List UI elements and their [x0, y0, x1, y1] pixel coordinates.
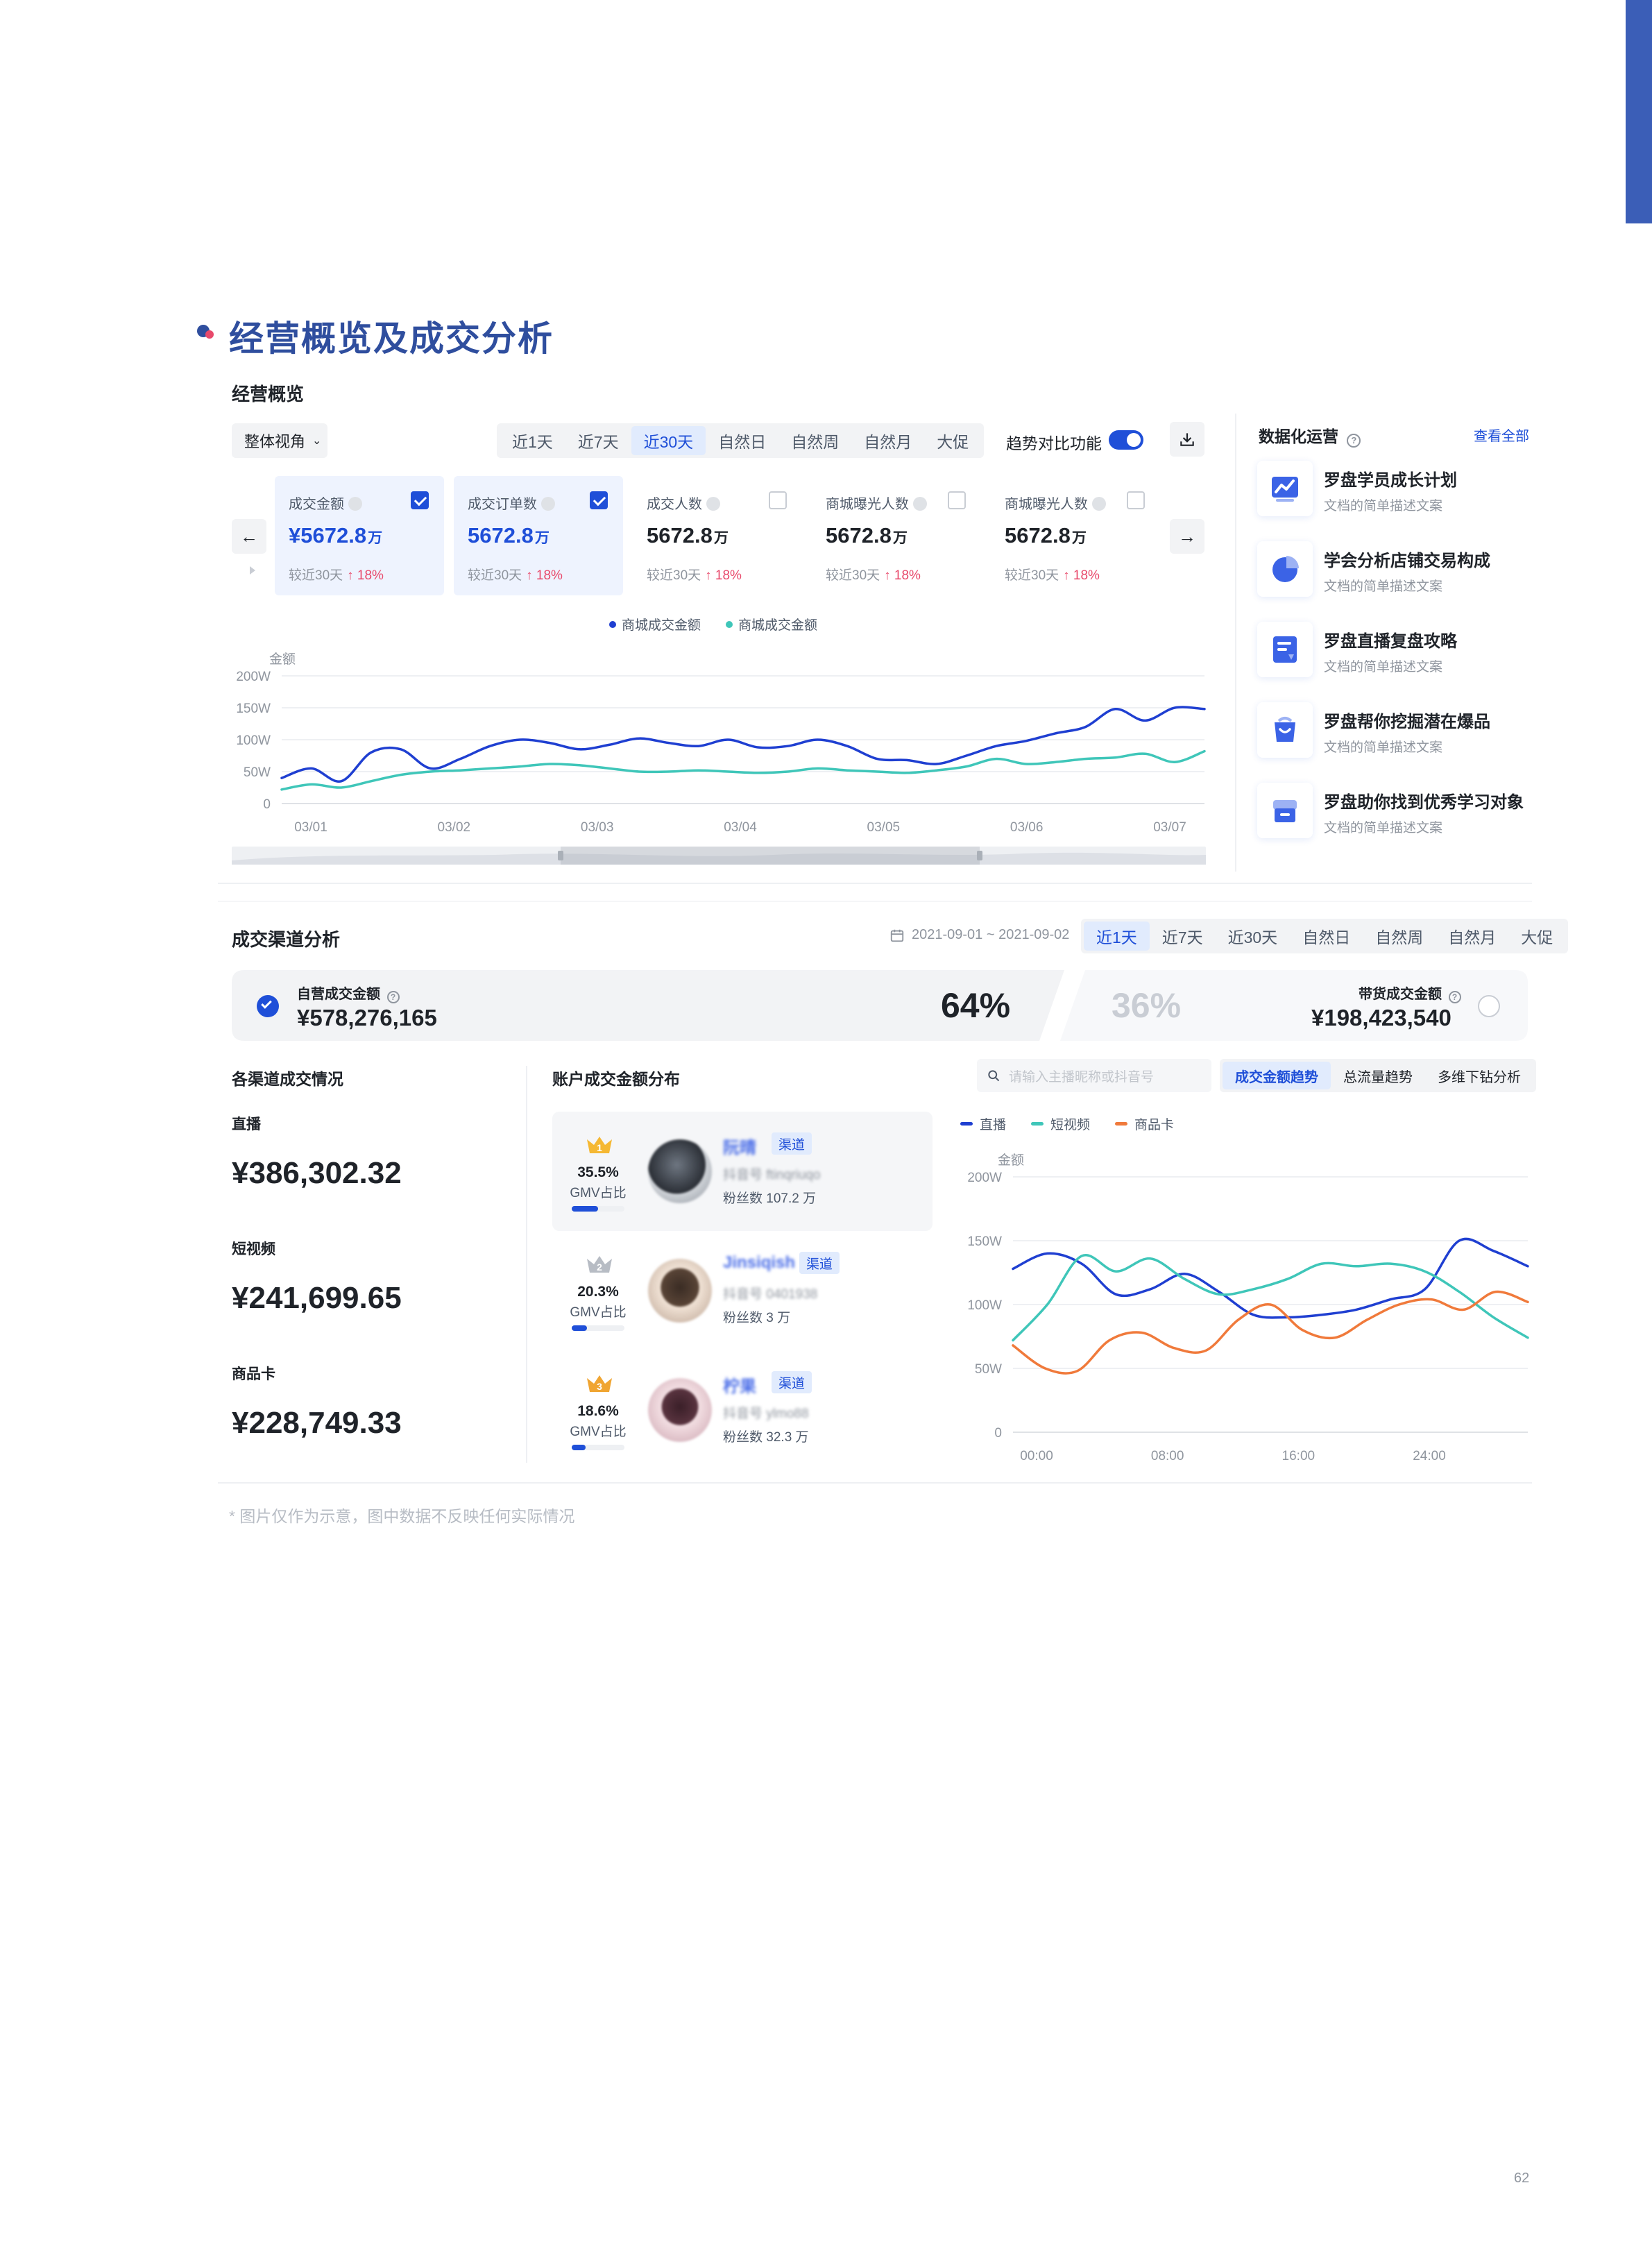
y-tick-label: 0: [994, 1426, 1002, 1441]
y-tick-label: 150W: [967, 1234, 1002, 1249]
y-tick-label: 100W: [967, 1298, 1002, 1313]
x-tick-label: 08:00: [1151, 1449, 1184, 1463]
y-axis-label: 金额: [998, 1153, 1024, 1168]
x-tick-label: 16:00: [1282, 1449, 1315, 1463]
footnote: * 图片仅作为示意，图中数据不反映任何实际情况: [229, 1507, 575, 1525]
x-tick-label: 00:00: [1020, 1449, 1053, 1463]
y-tick-label: 50W: [975, 1362, 1002, 1377]
section-divider-end: [218, 1482, 1532, 1484]
x-tick-label: 24:00: [1413, 1449, 1446, 1463]
channel-line-chart: 金额 0 50W 100W 150W 200W 00:00 08:00 16:00 24:00: [967, 1153, 1529, 1463]
page-number: 62: [1514, 2171, 1530, 2186]
y-tick-label: 200W: [967, 1171, 1002, 1185]
series-line-1[interactable]: [1012, 1253, 1529, 1342]
